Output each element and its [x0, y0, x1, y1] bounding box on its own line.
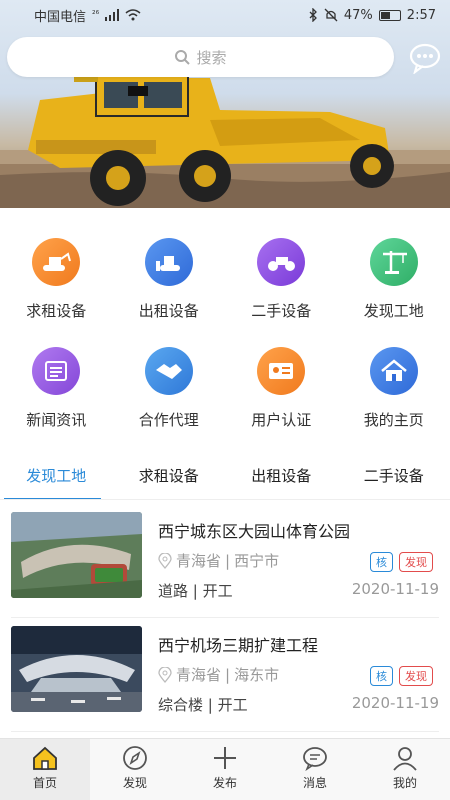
category-label: 用户认证 [251, 411, 312, 429]
nav-discover[interactable]: 发现 [90, 739, 180, 800]
list-item[interactable]: 西宁机场三期扩建工程 青海省 | 海东市 核 发现 综合楼 | 开工 2020-… [11, 618, 439, 732]
id-card-icon [257, 347, 306, 395]
location-pin-icon [158, 552, 172, 569]
chat-button[interactable] [407, 42, 443, 75]
separator: | [192, 582, 203, 600]
category-label: 求租设备 [26, 302, 87, 320]
category-label: 发现工地 [363, 302, 424, 320]
project-province: 青海省 [176, 552, 222, 570]
project-location: 青海省 | 海东市 [158, 664, 279, 685]
carrier-label: 中国电信 [34, 9, 87, 25]
wifi-icon [125, 9, 141, 21]
crane-icon [369, 238, 418, 286]
hero-banner[interactable] [0, 0, 450, 208]
category-verify[interactable]: 用户认证 [225, 341, 338, 430]
category-label: 出租设备 [138, 302, 199, 320]
nav-profile[interactable]: 我的 [360, 739, 450, 800]
app-screen: 中国电信 ²⁶ 47% 2:57 搜索 求租设备 出租设备 二手设备 发现工地 … [0, 0, 450, 800]
mute-bell-icon [324, 8, 338, 22]
verified-tag: 核 [370, 552, 393, 572]
category-label: 新闻资讯 [26, 411, 87, 429]
project-tags: 核 发现 [370, 552, 433, 572]
project-thumbnail [11, 512, 142, 598]
project-category: 道路 [158, 582, 189, 600]
category-rent-request[interactable]: 求租设备 [0, 232, 113, 321]
tab-used[interactable]: 二手设备 [338, 456, 450, 500]
search-placeholder: 搜索 [196, 48, 227, 67]
location-pin-icon [158, 666, 172, 683]
separator: | [225, 665, 231, 684]
category-used[interactable]: 二手设备 [225, 232, 338, 321]
network-label: ²⁶ [92, 10, 100, 20]
signal-icon [105, 9, 120, 21]
nav-label: 我的 [392, 776, 417, 790]
category-label: 合作代理 [138, 411, 199, 429]
category-rent-out[interactable]: 出租设备 [113, 232, 226, 321]
nav-label: 首页 [32, 776, 57, 790]
battery-percent: 47% [343, 7, 373, 23]
search-icon [175, 50, 191, 65]
project-type: 道路 | 开工 [158, 580, 233, 601]
category-label: 我的主页 [363, 411, 424, 429]
project-category: 综合楼 [158, 696, 204, 714]
project-list: 西宁城东区大园山体育公园 青海省 | 西宁市 核 发现 道路 | 开工 2020… [0, 504, 450, 732]
chat-bubble-icon [409, 43, 441, 75]
tab-divider [0, 499, 450, 500]
project-title: 西宁机场三期扩建工程 [158, 636, 319, 655]
plus-icon [214, 747, 236, 769]
nav-label: 发现 [122, 776, 147, 790]
nav-label: 消息 [302, 776, 327, 790]
clock: 2:57 [406, 7, 436, 23]
category-partner[interactable]: 合作代理 [113, 341, 226, 430]
discover-tag: 发现 [399, 666, 433, 686]
list-item[interactable]: 西宁城东区大园山体育公园 青海省 | 西宁市 核 发现 道路 | 开工 2020… [11, 504, 439, 618]
category-grid: 求租设备 出租设备 二手设备 发现工地 新闻资讯 合作代理 用户认证 我的主页 [0, 232, 450, 430]
separator: | [225, 551, 231, 570]
project-thumbnail [11, 626, 142, 712]
project-province: 青海省 [176, 666, 222, 684]
home-icon [33, 746, 57, 770]
search-input[interactable]: 搜索 [7, 37, 394, 77]
nav-publish[interactable]: 发布 [180, 739, 270, 800]
bulldozer-icon [144, 238, 193, 286]
project-date: 2020-11-19 [351, 694, 439, 712]
bluetooth-icon [309, 8, 317, 22]
nav-home[interactable]: 首页 [0, 739, 90, 800]
compass-icon [123, 746, 147, 770]
tab-sites[interactable]: 发现工地 [0, 456, 113, 500]
project-tags: 核 发现 [370, 666, 433, 686]
project-title: 西宁城东区大园山体育公园 [158, 522, 351, 541]
content-tabs: 发现工地 求租设备 出租设备 二手设备 [0, 456, 450, 500]
tab-rent-out[interactable]: 出租设备 [225, 456, 338, 500]
category-label: 二手设备 [251, 302, 312, 320]
project-city: 海东市 [234, 666, 280, 684]
house-icon [369, 347, 418, 395]
project-stage: 开工 [202, 582, 233, 600]
project-location: 青海省 | 西宁市 [158, 550, 279, 571]
newspaper-icon [32, 347, 81, 395]
verified-tag: 核 [370, 666, 393, 686]
roller-icon [257, 238, 306, 286]
project-date: 2020-11-19 [351, 580, 439, 598]
discover-tag: 发现 [399, 552, 433, 572]
nav-messages[interactable]: 消息 [270, 739, 360, 800]
separator: | [207, 696, 218, 714]
project-type: 综合楼 | 开工 [158, 694, 248, 715]
project-stage: 开工 [217, 696, 248, 714]
bottom-nav: 首页 发现 发布 消息 我的 [0, 738, 450, 800]
category-news[interactable]: 新闻资讯 [0, 341, 113, 430]
category-home[interactable]: 我的主页 [338, 341, 450, 430]
status-bar: 中国电信 ²⁶ 47% 2:57 [0, 0, 450, 30]
nav-label: 发布 [212, 776, 237, 790]
category-sites[interactable]: 发现工地 [338, 232, 450, 321]
handshake-icon [144, 347, 193, 395]
tab-rent-request[interactable]: 求租设备 [113, 456, 226, 500]
battery-icon [378, 9, 401, 21]
excavator-icon [32, 238, 81, 286]
project-city: 西宁市 [234, 552, 280, 570]
message-icon [303, 747, 327, 771]
banner-image [0, 56, 450, 208]
user-icon [393, 747, 417, 771]
